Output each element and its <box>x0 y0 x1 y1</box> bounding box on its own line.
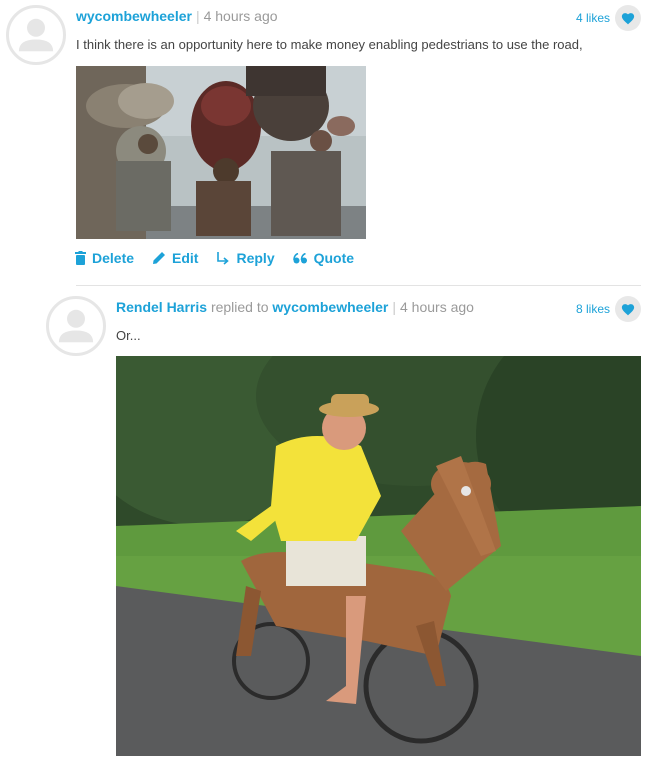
comment-author[interactable]: Rendel Harris <box>116 299 207 315</box>
likes-count[interactable]: 4 likes <box>576 11 610 25</box>
comment-image-horse-bike[interactable] <box>116 356 641 756</box>
reply-arrow-icon <box>217 252 230 265</box>
likes-count[interactable]: 8 likes <box>576 302 610 316</box>
quote-button[interactable]: Quote <box>292 250 355 266</box>
edit-label: Edit <box>172 250 199 266</box>
heart-icon <box>621 12 635 24</box>
comment-time: 4 hours ago <box>400 299 474 315</box>
comment-author[interactable]: wycombewheeler <box>76 8 192 24</box>
likes-widget: 4 likes <box>576 5 641 31</box>
replied-to-text: replied to <box>210 299 269 315</box>
reply-button[interactable]: Reply <box>216 250 275 266</box>
delete-label: Delete <box>92 250 135 266</box>
avatar-placeholder-icon <box>58 309 94 343</box>
meta-separator: | <box>392 299 396 315</box>
pencil-icon <box>153 252 166 264</box>
quote-label: Quote <box>313 250 355 266</box>
meta-separator: | <box>195 8 200 24</box>
comment-divider <box>76 285 641 286</box>
comment-actions: Delete Edit Reply Quote <box>75 250 354 266</box>
avatar[interactable] <box>6 5 66 65</box>
comment-time: 4 hours ago <box>203 8 278 24</box>
heart-icon <box>621 303 635 315</box>
like-button[interactable] <box>615 296 641 322</box>
avatar[interactable] <box>46 296 106 356</box>
comment-text: Or... <box>116 328 141 343</box>
edit-button[interactable]: Edit <box>152 250 198 266</box>
delete-button[interactable]: Delete <box>75 250 134 266</box>
trash-icon <box>75 251 86 265</box>
likes-widget: 8 likes <box>576 296 641 322</box>
reply-meta: Rendel Harris replied to wycombewheeler |… <box>116 298 474 316</box>
comment-image-hikers[interactable] <box>76 66 366 239</box>
avatar-placeholder-icon <box>18 18 54 52</box>
quote-icon <box>292 252 307 263</box>
comment-text: I think there is an opportunity here to … <box>76 37 583 52</box>
like-button[interactable] <box>615 5 641 31</box>
comment-meta: wycombewheeler | 4 hours ago <box>76 7 278 25</box>
replied-to-author[interactable]: wycombewheeler <box>272 299 388 315</box>
reply-label: Reply <box>236 250 275 266</box>
